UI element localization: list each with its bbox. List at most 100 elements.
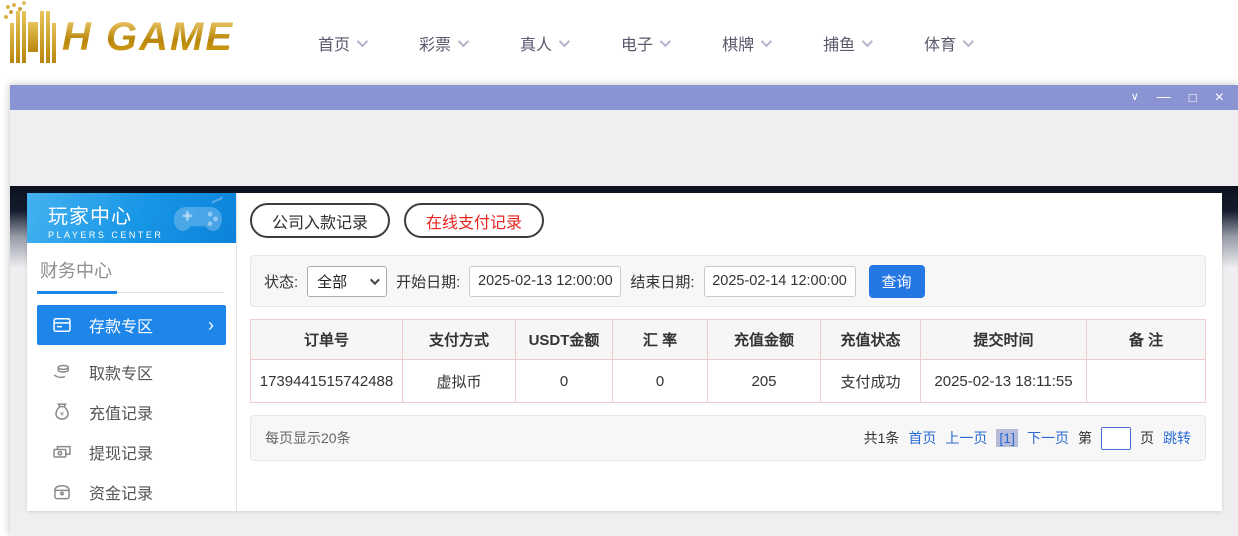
site-header: H GAME 首页 彩票 真人 电子 棋牌 (0, 0, 1238, 85)
money-bag-icon: ¥ (52, 402, 72, 422)
sidebar-item-label: 取款专区 (89, 360, 153, 384)
pagination-bar: 每页显示20条 共1条 首页 上一页 [1] 下一页 第 页 跳转 (250, 415, 1206, 461)
prev-page-link[interactable]: 上一页 (945, 428, 987, 448)
nav-item-chess[interactable]: 棋牌 (722, 31, 769, 55)
cell-pay-method: 虚拟币 (403, 360, 516, 403)
close-icon[interactable]: × (1215, 90, 1224, 106)
nav-label: 棋牌 (722, 31, 754, 55)
nav-item-lottery[interactable]: 彩票 (419, 31, 466, 55)
banknotes-icon (52, 442, 72, 462)
page-root: H GAME 首页 彩票 真人 电子 棋牌 (0, 0, 1238, 536)
status-select-value: 全部 (317, 271, 347, 292)
col-remark: 备 注 (1087, 320, 1206, 360)
cell-order-no: 1739441515742488 (251, 360, 403, 403)
nav-label: 首页 (318, 31, 350, 55)
next-page-link[interactable]: 下一页 (1027, 428, 1069, 448)
sidebar-item-funds-records[interactable]: 资金记录 (27, 472, 236, 511)
tab-online-payment-records[interactable]: 在线支付记录 (404, 203, 544, 238)
nav-item-fishing[interactable]: 捕鱼 (823, 31, 870, 55)
cell-recharge-amount: 205 (708, 360, 821, 403)
cell-usdt-amount: 0 (516, 360, 613, 403)
end-date-input[interactable] (704, 266, 856, 297)
record-tabs: 公司入款记录 在线支付记录 (250, 203, 1206, 238)
logo[interactable]: H GAME (10, 6, 234, 68)
status-select[interactable]: 全部 (307, 266, 387, 297)
current-page-badge[interactable]: [1] (996, 429, 1018, 447)
nav-label: 捕鱼 (823, 31, 855, 55)
sidebar-item-withdrawal-records[interactable]: 提现记录 (27, 432, 236, 472)
page-size-text: 每页显示20条 (265, 428, 351, 448)
player-center-window: ∨ — □ × 玩家中心 PLAYERS CENTER (10, 85, 1238, 536)
jump-prefix-label: 第 (1078, 428, 1092, 448)
jump-page-input[interactable] (1101, 427, 1131, 450)
sidebar-item-withdraw-zone[interactable]: 取款专区 (27, 352, 236, 392)
pagination-controls: 共1条 首页 上一页 [1] 下一页 第 页 跳转 (864, 427, 1191, 450)
nav-label: 彩票 (419, 31, 451, 55)
table-header-row: 订单号 支付方式 USDT金额 汇 率 充值金额 充值状态 提交时间 备 注 (251, 320, 1206, 360)
chevron-down-icon (963, 35, 974, 46)
total-count-text: 共1条 (864, 428, 900, 448)
col-recharge-amount: 充值金额 (708, 320, 821, 360)
col-pay-method: 支付方式 (403, 320, 516, 360)
svg-text:¥: ¥ (60, 411, 64, 418)
table-row: 1739441515742488 虚拟币 0 0 205 支付成功 2025-0… (251, 360, 1206, 403)
cell-remark (1087, 360, 1206, 403)
nav-label: 体育 (924, 31, 956, 55)
jump-button[interactable]: 跳转 (1163, 428, 1191, 448)
bank-card-icon (52, 315, 72, 335)
sidebar-menu: 存款专区 › 取款专区 (27, 305, 236, 511)
window-body: 玩家中心 PLAYERS CENTER (10, 110, 1238, 536)
start-date-input[interactable] (469, 266, 621, 297)
logo-mark-icon (10, 11, 56, 63)
col-order-no: 订单号 (251, 320, 403, 360)
collapse-icon[interactable]: ∨ (1131, 92, 1139, 103)
chevron-down-icon (357, 35, 368, 46)
nav-item-slots[interactable]: 电子 (621, 31, 668, 55)
cell-recharge-status: 支付成功 (821, 360, 921, 403)
sidebar-item-label: 资金记录 (89, 480, 153, 504)
sidebar-section-finance: 财务中心 (40, 257, 224, 293)
chevron-down-icon (458, 35, 469, 46)
col-submit-time: 提交时间 (921, 320, 1087, 360)
purse-icon (52, 482, 72, 502)
chevron-down-icon (370, 275, 380, 285)
content-area: 公司入款记录 在线支付记录 状态: 全部 开始日期: 结束日期: 查询 (237, 193, 1222, 511)
chevron-right-icon: › (208, 316, 214, 334)
cell-exchange-rate: 0 (613, 360, 708, 403)
records-table: 订单号 支付方式 USDT金额 汇 率 充值金额 充值状态 提交时间 备 注 (250, 319, 1206, 403)
nav-item-live[interactable]: 真人 (520, 31, 567, 55)
sidebar-item-recharge-records[interactable]: ¥ 充值记录 (27, 392, 236, 432)
jump-suffix-label: 页 (1140, 428, 1154, 448)
cell-submit-time: 2025-02-13 18:11:55 (921, 360, 1087, 403)
logo-text: H GAME (62, 15, 234, 60)
query-button[interactable]: 查询 (869, 265, 925, 298)
start-date-label: 开始日期: (396, 271, 460, 292)
sidebar-item-label: 充值记录 (89, 400, 153, 424)
nav-label: 真人 (520, 31, 552, 55)
hand-coins-icon (52, 362, 72, 382)
nav-label: 电子 (621, 31, 653, 55)
sidebar-item-label: 提现记录 (89, 440, 153, 464)
col-exchange-rate: 汇 率 (613, 320, 708, 360)
gamepad-icon (170, 197, 228, 241)
chevron-down-icon (761, 35, 772, 46)
first-page-link[interactable]: 首页 (908, 428, 936, 448)
status-label: 状态: (264, 271, 298, 292)
col-usdt-amount: USDT金额 (516, 320, 613, 360)
sidebar-header: 玩家中心 PLAYERS CENTER (27, 193, 236, 243)
sidebar: 玩家中心 PLAYERS CENTER (27, 193, 237, 511)
nav-item-home[interactable]: 首页 (318, 31, 365, 55)
chevron-down-icon (862, 35, 873, 46)
minimize-icon[interactable]: — (1157, 89, 1171, 103)
main-nav: 首页 彩票 真人 电子 棋牌 捕鱼 (318, 0, 971, 85)
window-titlebar[interactable]: ∨ — □ × (10, 85, 1238, 110)
col-recharge-status: 充值状态 (821, 320, 921, 360)
player-center-panel: 玩家中心 PLAYERS CENTER (27, 193, 1222, 511)
chevron-down-icon (660, 35, 671, 46)
maximize-icon[interactable]: □ (1189, 91, 1197, 104)
chevron-down-icon (559, 35, 570, 46)
sidebar-item-deposit-zone[interactable]: 存款专区 › (37, 305, 226, 345)
tab-company-deposit-records[interactable]: 公司入款记录 (250, 203, 390, 238)
nav-item-sports[interactable]: 体育 (924, 31, 971, 55)
sidebar-item-label: 存款专区 (89, 313, 153, 337)
